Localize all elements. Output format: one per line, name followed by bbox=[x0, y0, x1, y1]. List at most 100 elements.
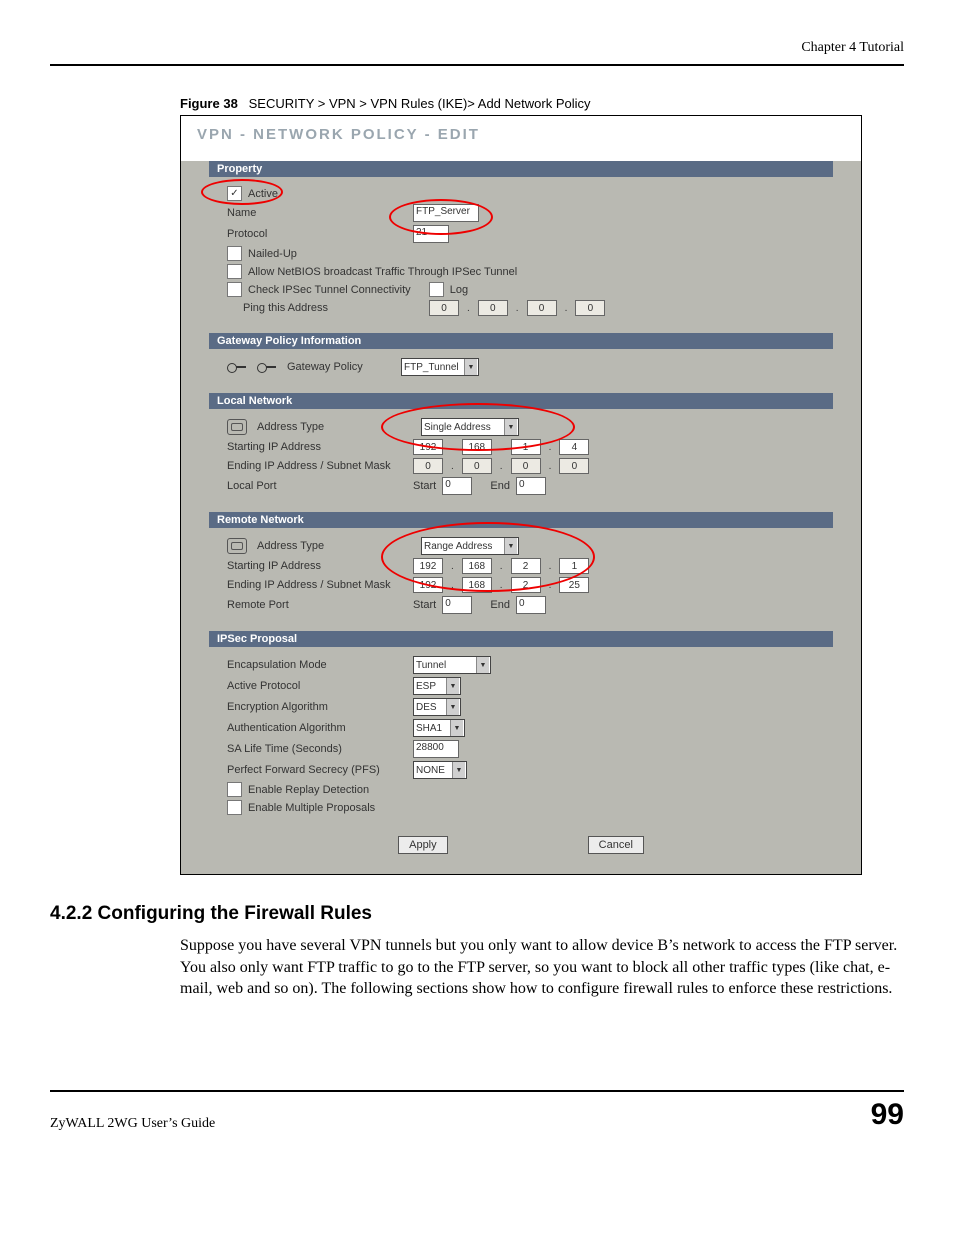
encap-select[interactable]: Tunnel bbox=[413, 656, 491, 674]
remote-end-label: Ending IP Address / Subnet Mask bbox=[227, 579, 407, 591]
remote-section: Address Type Range Address Starting IP A… bbox=[209, 528, 833, 625]
nailed-label: Nailed-Up bbox=[248, 248, 297, 260]
name-label: Name bbox=[227, 207, 407, 219]
section-bar-ipsec: IPSec Proposal bbox=[209, 631, 833, 647]
multi-checkbox[interactable] bbox=[227, 800, 242, 815]
netbios-checkbox[interactable] bbox=[227, 264, 242, 279]
local-end-label: Ending IP Address / Subnet Mask bbox=[227, 460, 407, 472]
local-end-ip-4[interactable]: 0 bbox=[559, 458, 589, 474]
remote-start-label: Starting IP Address bbox=[227, 560, 407, 572]
key-icon bbox=[227, 360, 249, 374]
nailed-checkbox[interactable] bbox=[227, 246, 242, 261]
name-input[interactable]: FTP_Server bbox=[413, 204, 479, 222]
log-checkbox[interactable] bbox=[429, 282, 444, 297]
figure-caption-text: SECURITY > VPN > VPN Rules (IKE)> Add Ne… bbox=[249, 96, 591, 111]
local-port-start-input[interactable]: 0 bbox=[442, 477, 472, 495]
local-end-ip-3[interactable]: 0 bbox=[511, 458, 541, 474]
replay-label: Enable Replay Detection bbox=[248, 784, 369, 796]
property-section: ✓ Active Name FTP_Server Protocol 21 Nai… bbox=[209, 177, 833, 327]
local-start-ip-1[interactable]: 192 bbox=[413, 439, 443, 455]
replay-checkbox[interactable] bbox=[227, 782, 242, 797]
local-start-ip-2[interactable]: 168 bbox=[462, 439, 492, 455]
activeproto-select[interactable]: ESP bbox=[413, 677, 461, 695]
section-heading: 4.2.2 Configuring the Firewall Rules bbox=[50, 903, 904, 925]
ping-label: Ping this Address bbox=[227, 302, 423, 314]
section-bar-property: Property bbox=[209, 161, 833, 177]
gateway-select[interactable]: FTP_Tunnel bbox=[401, 358, 479, 376]
remote-port-end-input[interactable]: 0 bbox=[516, 596, 546, 614]
ipsec-section: Encapsulation Mode Tunnel Active Protocol… bbox=[209, 647, 833, 826]
page-header: Chapter 4 Tutorial bbox=[50, 40, 904, 56]
encr-label: Encryption Algorithm bbox=[227, 701, 407, 713]
footer-page-number: 99 bbox=[871, 1098, 904, 1132]
local-end-ip-2[interactable]: 0 bbox=[462, 458, 492, 474]
apply-button[interactable]: Apply bbox=[398, 836, 448, 854]
auth-label: Authentication Algorithm bbox=[227, 722, 407, 734]
local-port-end-input[interactable]: 0 bbox=[516, 477, 546, 495]
remote-end-ip-1[interactable]: 192 bbox=[413, 577, 443, 593]
gateway-section: Gateway Policy FTP_Tunnel bbox=[209, 349, 833, 387]
vpn-policy-screenshot: VPN - NETWORK POLICY - EDIT Property ✓ A… bbox=[180, 115, 862, 875]
local-start-ip-3[interactable]: 1 bbox=[511, 439, 541, 455]
local-port-label: Local Port bbox=[227, 480, 407, 492]
protocol-input[interactable]: 21 bbox=[413, 225, 449, 243]
local-start-label: Starting IP Address bbox=[227, 441, 407, 453]
section-paragraph: Suppose you have several VPN tunnels but… bbox=[50, 935, 904, 1000]
local-end-ip-1[interactable]: 0 bbox=[413, 458, 443, 474]
salife-label: SA Life Time (Seconds) bbox=[227, 743, 407, 755]
local-addrtype-label: Address Type bbox=[257, 421, 415, 433]
header-rule bbox=[50, 64, 904, 66]
ping-ip-2[interactable]: 0 bbox=[478, 300, 508, 316]
remote-port-start-input[interactable]: 0 bbox=[442, 596, 472, 614]
ping-ip-3[interactable]: 0 bbox=[527, 300, 557, 316]
salife-input[interactable]: 28800 bbox=[413, 740, 459, 758]
remote-start-ip-1[interactable]: 192 bbox=[413, 558, 443, 574]
section-bar-gateway: Gateway Policy Information bbox=[209, 333, 833, 349]
pfs-label: Perfect Forward Secrecy (PFS) bbox=[227, 764, 407, 776]
local-addrtype-select[interactable]: Single Address bbox=[421, 418, 519, 436]
remote-port-start-label: Start bbox=[413, 599, 436, 611]
netbios-label: Allow NetBIOS broadcast Traffic Through … bbox=[248, 266, 517, 278]
local-section: Address Type Single Address Starting IP … bbox=[209, 409, 833, 506]
multi-label: Enable Multiple Proposals bbox=[248, 802, 375, 814]
remote-start-ip-4[interactable]: 1 bbox=[559, 558, 589, 574]
encr-select[interactable]: DES bbox=[413, 698, 461, 716]
log-label: Log bbox=[450, 284, 468, 296]
protocol-label: Protocol bbox=[227, 228, 407, 240]
cancel-button[interactable]: Cancel bbox=[588, 836, 644, 854]
remote-addrtype-label: Address Type bbox=[257, 540, 415, 552]
remote-end-ip-2[interactable]: 168 bbox=[462, 577, 492, 593]
ping-ip-4[interactable]: 0 bbox=[575, 300, 605, 316]
remote-port-label: Remote Port bbox=[227, 599, 407, 611]
local-port-start-label: Start bbox=[413, 480, 436, 492]
figure-caption: Figure 38 SECURITY > VPN > VPN Rules (IK… bbox=[50, 96, 904, 111]
remote-port-end-label: End bbox=[490, 599, 510, 611]
dialog-title: VPN - NETWORK POLICY - EDIT bbox=[181, 116, 861, 155]
section-bar-remote: Remote Network bbox=[209, 512, 833, 528]
key-icon bbox=[257, 360, 279, 374]
checkconn-label: Check IPSec Tunnel Connectivity bbox=[248, 284, 411, 296]
remote-end-ip-3[interactable]: 2 bbox=[511, 577, 541, 593]
gateway-label: Gateway Policy bbox=[287, 361, 395, 373]
footer-guide: ZyWALL 2WG User’s Guide bbox=[50, 1116, 215, 1132]
local-port-end-label: End bbox=[490, 480, 510, 492]
remote-end-ip-4[interactable]: 25 bbox=[559, 577, 589, 593]
checkconn-checkbox[interactable] bbox=[227, 282, 242, 297]
encap-label: Encapsulation Mode bbox=[227, 659, 407, 671]
network-icon bbox=[227, 538, 247, 554]
page-footer: ZyWALL 2WG User’s Guide 99 bbox=[50, 1090, 904, 1132]
local-start-ip-4[interactable]: 4 bbox=[559, 439, 589, 455]
network-icon bbox=[227, 419, 247, 435]
remote-start-ip-3[interactable]: 2 bbox=[511, 558, 541, 574]
button-row: Apply Cancel bbox=[209, 826, 833, 860]
active-label: Active bbox=[248, 188, 278, 200]
section-bar-local: Local Network bbox=[209, 393, 833, 409]
remote-addrtype-select[interactable]: Range Address bbox=[421, 537, 519, 555]
ping-ip-1[interactable]: 0 bbox=[429, 300, 459, 316]
figure-label: Figure 38 bbox=[180, 96, 238, 111]
active-checkbox[interactable]: ✓ bbox=[227, 186, 242, 201]
pfs-select[interactable]: NONE bbox=[413, 761, 467, 779]
activeproto-label: Active Protocol bbox=[227, 680, 407, 692]
auth-select[interactable]: SHA1 bbox=[413, 719, 465, 737]
remote-start-ip-2[interactable]: 168 bbox=[462, 558, 492, 574]
